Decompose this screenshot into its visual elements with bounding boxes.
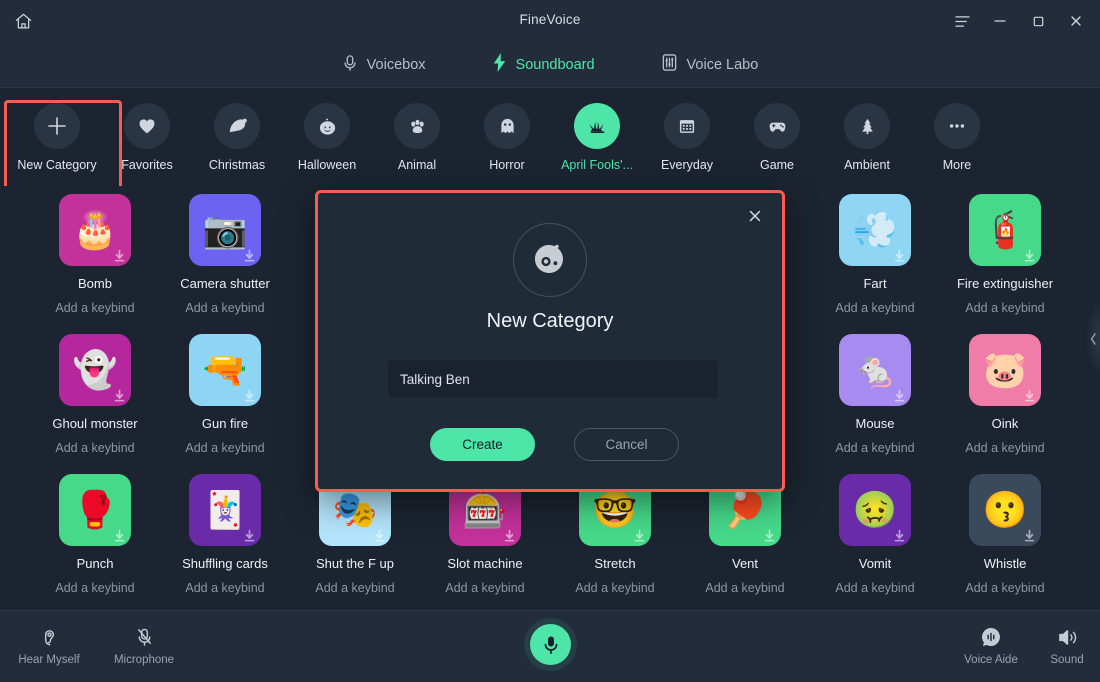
modal-overlay: New Category Create Cancel <box>0 0 1100 682</box>
finevoice-app-window: FineVoice Voicebox Soundboard Voice Labo… <box>0 0 1100 682</box>
cancel-button[interactable]: Cancel <box>574 428 679 461</box>
new-category-dialog: New Category Create Cancel <box>315 190 785 492</box>
create-button[interactable]: Create <box>430 428 535 461</box>
finevoice-disc-logo-icon <box>513 223 587 297</box>
close-icon[interactable] <box>742 203 768 229</box>
category-name-input[interactable] <box>388 360 718 398</box>
dialog-title: New Category <box>486 310 614 332</box>
